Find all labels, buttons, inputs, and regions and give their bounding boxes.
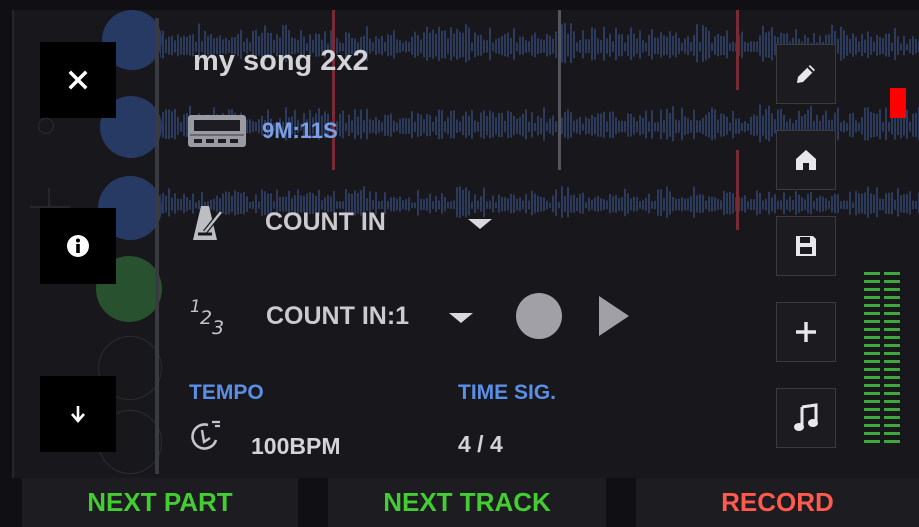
next-part-label: NEXT PART [87,487,233,517]
meter-segment [884,304,900,307]
svg-text:3: 3 [212,317,224,339]
meter-segment [884,440,900,443]
meter-segment [884,408,900,411]
waveform-marker [558,10,561,90]
pencil-icon [797,65,815,83]
count-in-number-dropdown-caret[interactable] [449,313,474,323]
meter-segment [864,304,880,307]
home-icon [796,150,816,170]
close-icon [68,70,88,90]
meter-segment [884,384,900,387]
next-track-button[interactable]: NEXT TRACK [328,478,606,527]
meter-segment [884,320,900,323]
meter-segment [864,440,880,443]
meter-segment [884,360,900,363]
waveform-marker [558,90,561,170]
arrow-down-icon [71,406,85,423]
meter-segment [884,416,900,419]
add-button[interactable] [776,302,836,362]
drum-machine-icon [188,115,246,147]
count-123-icon: 1 2 3 [190,297,224,339]
meter-segment [884,400,900,403]
meter-segment [864,368,880,371]
meter-segment [864,376,880,379]
main-screen: my song 2x2 9M:11S COUNT IN 1 2 3 COUNT … [12,10,919,478]
time-sig-value[interactable]: 4 / 4 [458,431,503,458]
meter-segment [884,376,900,379]
info-icon [67,235,89,257]
song-duration: 9M:11S [262,118,338,143]
save-button[interactable] [776,216,836,276]
meter-segment [864,400,880,403]
meter-segment [864,352,880,355]
next-track-label: NEXT TRACK [383,487,551,517]
music-button[interactable] [776,388,836,448]
meter-segment [864,272,880,275]
meter-segment [864,288,880,291]
meter-segment [864,408,880,411]
meter-segment [884,296,900,299]
meter-segment [884,424,900,427]
tempo-label: TEMPO [189,381,264,404]
close-button[interactable] [40,42,116,118]
record-label: RECORD [721,487,834,517]
count-in-mode-label: COUNT IN [265,207,386,236]
svg-text:2: 2 [200,307,212,329]
pad[interactable] [38,118,54,134]
count-in-mode-row[interactable]: COUNT IN [187,202,492,242]
waveform-marker [736,10,739,90]
next-part-button[interactable]: NEXT PART [22,478,298,527]
record-button[interactable]: RECORD [636,478,919,527]
count-in-number-row[interactable]: 1 2 3 COUNT IN:1 [188,288,633,344]
meter-segment [884,312,900,315]
plus-icon [796,322,816,342]
panel-divider [155,18,159,474]
time-sig-label: TIME SIG. [458,381,557,404]
song-title: my song 2x2 [193,45,369,77]
play-icon[interactable] [597,294,633,338]
meter-segment [864,280,880,283]
floppy-disk-icon [796,236,816,256]
meter-segment [864,432,880,435]
meter-segment [884,280,900,283]
meter-segment [864,336,880,339]
tempo-icon [191,420,220,450]
meter-segment [864,296,880,299]
meter-segment [864,312,880,315]
meter-segment [884,368,900,371]
waveform-marker [736,150,739,230]
meter-segment [884,288,900,291]
meter-segment [864,344,880,347]
meter-segment [864,416,880,419]
meter-segment [864,328,880,331]
clip-indicator [890,88,906,118]
meter-segment [884,352,900,355]
info-button[interactable] [40,208,116,284]
count-in-mode-dropdown-caret[interactable] [467,219,492,229]
meter-segment [864,360,880,363]
count-in-number-label: COUNT IN:1 [266,301,410,330]
meter-segment [864,384,880,387]
duration-row: 9M:11S [188,111,338,151]
tempo-value[interactable]: 100BPM [251,433,340,460]
meter-segment [864,392,880,395]
metronome-icon [193,206,223,240]
meter-segment [864,424,880,427]
music-note-icon [794,403,818,431]
meter-segment [884,272,900,275]
scroll-down-button[interactable] [40,376,116,452]
record-icon[interactable] [515,292,563,340]
meter-segment [884,432,900,435]
meter-segment [884,344,900,347]
home-button[interactable] [776,130,836,190]
meter-segment [884,392,900,395]
meter-segment [864,320,880,323]
meter-segment [884,336,900,339]
meter-segment [884,328,900,331]
edit-button[interactable] [776,44,836,104]
